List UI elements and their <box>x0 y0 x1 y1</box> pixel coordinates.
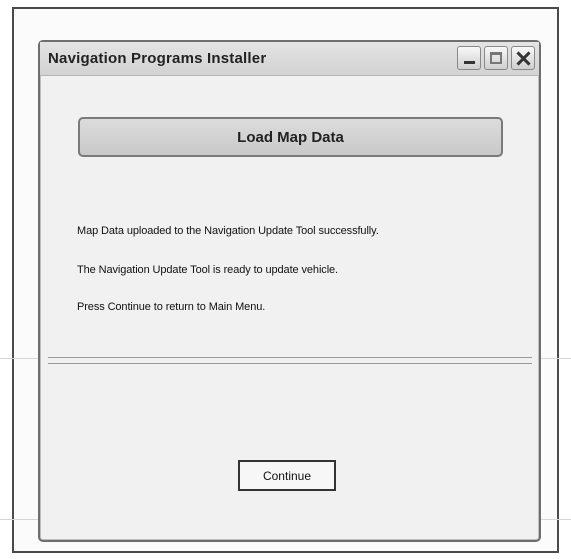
window-client-area: Load Map Data Map Data uploaded to the N… <box>40 76 539 540</box>
window-title: Navigation Programs Installer <box>48 50 267 67</box>
load-map-data-button[interactable]: Load Map Data <box>78 117 503 157</box>
window-controls <box>457 46 535 70</box>
maximize-icon <box>490 52 502 64</box>
maximize-button[interactable] <box>484 46 508 70</box>
minimize-button[interactable] <box>457 46 481 70</box>
title-bar[interactable]: Navigation Programs Installer <box>40 42 539 76</box>
close-button[interactable] <box>511 46 535 70</box>
close-icon <box>512 47 534 69</box>
continue-button[interactable]: Continue <box>238 460 336 491</box>
divider <box>48 357 532 358</box>
status-message-upload: Map Data uploaded to the Navigation Upda… <box>77 225 379 237</box>
minimize-icon <box>464 61 475 64</box>
installer-window: Navigation Programs Installer Load Map D… <box>38 40 541 542</box>
status-message-instruction: Press Continue to return to Main Menu. <box>77 301 266 313</box>
divider <box>48 363 532 364</box>
status-message-ready: The Navigation Update Tool is ready to u… <box>77 264 339 276</box>
